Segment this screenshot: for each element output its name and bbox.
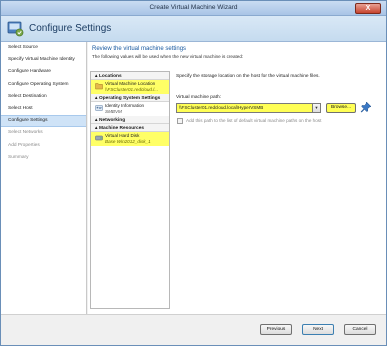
vm-path-label: Virtual machine path: (176, 95, 221, 100)
vm-path-dropdown-button[interactable]: ▼ (312, 103, 321, 113)
page-title: Configure Settings (29, 23, 112, 34)
settings-wizard-icon (7, 21, 24, 37)
wizard-window: Create Virtual Machine Wizard X Configur… (0, 0, 387, 346)
wizard-nav: Select Source Specify Virtual Machine Id… (1, 42, 87, 314)
category-label: Locations (99, 74, 122, 79)
nav-item-summary: Summary (8, 154, 29, 160)
nav-item-select-networks: Select Networks (8, 130, 43, 136)
add-default-path-label: Add this path to the list of default vir… (186, 118, 322, 123)
add-default-path-checkbox[interactable] (177, 118, 183, 124)
next-button[interactable]: Next (302, 324, 334, 335)
panel-description: Specify the storage location on the host… (176, 74, 320, 79)
nav-item-select-destination[interactable]: Select Destination (1, 91, 86, 103)
tree-item-value: Base Win2012_disk_1 (105, 138, 151, 144)
nav-item-configure-settings[interactable]: Configure Settings (1, 115, 86, 128)
category-os-settings[interactable]: ▲Operating System Settings (91, 94, 169, 102)
window-title: Create Virtual Machine Wizard (149, 4, 238, 11)
category-locations[interactable]: ▲Locations (91, 72, 169, 80)
tree-item-value: \\FSCluster01.redcloud.l... (105, 86, 159, 92)
wizard-footer: Previous Next Cancel (1, 314, 386, 345)
section-subtitle: The following values will be used when t… (92, 54, 244, 59)
settings-tree: ▲Locations Virtual Machine Location \\FS… (90, 71, 170, 309)
main-content: Review the virtual machine settings The … (88, 42, 386, 314)
cancel-button[interactable]: Cancel (344, 324, 376, 335)
category-label: Machine Resources (99, 126, 145, 131)
chevron-down-icon: ▼ (314, 105, 319, 110)
nav-item-select-source[interactable]: Select Source (1, 42, 86, 54)
title-bar[interactable]: Create Virtual Machine Wizard X (1, 1, 386, 16)
pin-icon[interactable] (360, 101, 372, 113)
close-button[interactable]: X (355, 3, 381, 14)
vm-path-input[interactable]: \\FSCluster01.redcloud.local\HyperVSMB (176, 103, 313, 113)
wizard-header: Configure Settings (1, 16, 386, 42)
previous-button[interactable]: Previous (260, 324, 292, 335)
tree-item-vm-location[interactable]: Virtual Machine Location \\FSCluster01.r… (91, 80, 169, 94)
category-label: Networking (99, 118, 126, 123)
browse-button[interactable]: Browse... (326, 103, 356, 113)
tree-item-value: SMBVM (105, 108, 122, 114)
nav-item-add-properties: Add Properties (8, 142, 40, 148)
nav-item-select-host[interactable]: Select Host (1, 103, 86, 115)
section-title: Review the virtual machine settings (92, 46, 187, 52)
category-machine-resources[interactable]: ▲Machine Resources (91, 124, 169, 132)
category-networking[interactable]: ▲Networking (91, 116, 169, 124)
hard-disk-icon (95, 135, 103, 141)
tree-item-virtual-hard-disk[interactable]: Virtual Hard Disk Base Win2012_disk_1 (91, 132, 169, 146)
details-panel: Specify the storage location on the host… (174, 71, 383, 309)
category-label: Operating System Settings (99, 96, 161, 101)
nav-item-configure-hardware[interactable]: Configure Hardware (1, 66, 86, 78)
tree-item-identity[interactable]: Identity Information SMBVM (91, 102, 169, 116)
identity-card-icon (95, 105, 103, 111)
folder-icon (95, 83, 103, 90)
nav-item-vm-identity[interactable]: Specify Virtual Machine Identity (1, 54, 86, 66)
nav-item-configure-os[interactable]: Configure Operating System (1, 79, 86, 91)
